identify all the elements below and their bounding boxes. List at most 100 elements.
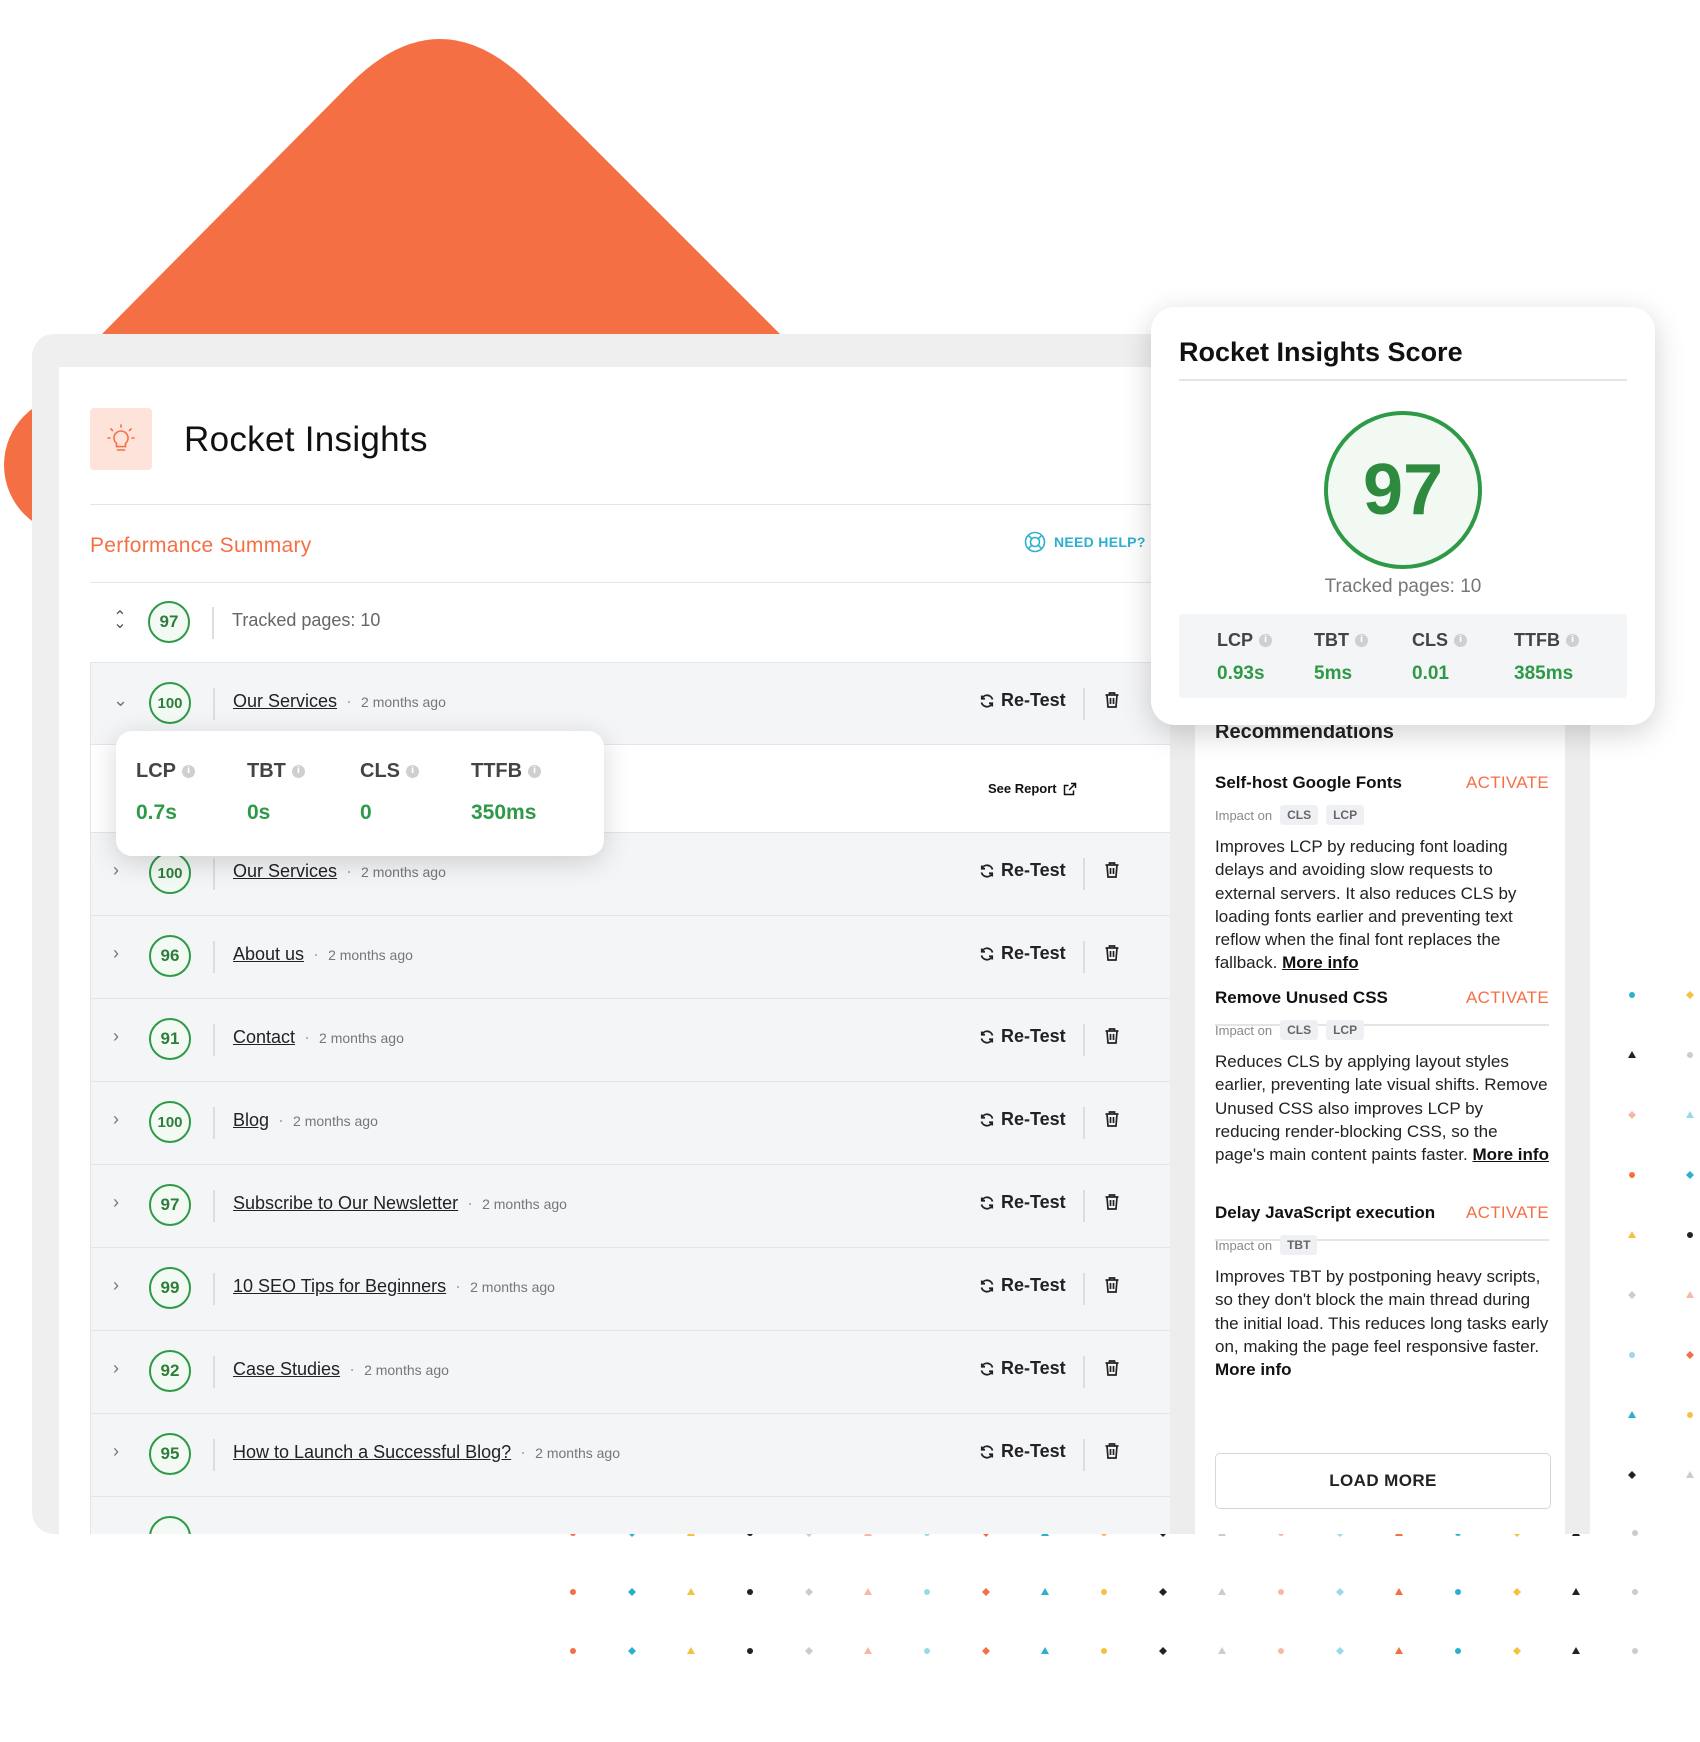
page-score-badge: 97	[149, 1184, 191, 1226]
refresh-icon	[980, 1029, 994, 1044]
decorative-dot	[570, 1648, 576, 1654]
decorative-dot	[1632, 1648, 1638, 1654]
more-info-link[interactable]: More info	[1215, 1360, 1292, 1379]
info-icon[interactable]: i	[182, 765, 195, 778]
page-name-link[interactable]: Blog · 2 months ago	[233, 1110, 378, 1131]
decorative-dot	[1628, 1111, 1636, 1119]
decorative-dot	[1572, 1647, 1580, 1654]
page-row[interactable]: › 96 About us · 2 months ago Re-Test	[90, 916, 1210, 999]
recommendation-name: Delay JavaScript execution	[1215, 1203, 1436, 1222]
metric-value: 0	[360, 801, 372, 824]
impact-tags: Impact on CLS LCP	[1215, 1020, 1549, 1040]
page-row[interactable]	[90, 1497, 1210, 1534]
decorative-dot	[1629, 1172, 1635, 1178]
retest-button[interactable]: Re-Test	[979, 1275, 1066, 1296]
decorative-dot	[864, 1588, 872, 1595]
divider	[213, 1439, 215, 1471]
page-name-link[interactable]: Our Services · 2 months ago	[233, 691, 446, 712]
retest-button[interactable]: Re-Test	[979, 1192, 1066, 1213]
metric-value: 5ms	[1314, 663, 1353, 684]
score-metrics: LCP i 0.93s TBT i 5ms CLS i 0.01 TTFB i 385m…	[1179, 614, 1627, 698]
page-score-badge: 95	[149, 1433, 191, 1475]
retest-button[interactable]: Re-Test	[979, 690, 1066, 711]
info-icon[interactable]: i	[291, 765, 305, 778]
load-more-button[interactable]: LOAD MORE	[1215, 1453, 1551, 1509]
page-name-link[interactable]: Contact · 2 months ago	[233, 1027, 404, 1048]
chevron-right-icon[interactable]: ›	[113, 860, 119, 881]
recommendations-card: Recommendations Self-host Google Fonts A…	[1195, 620, 1565, 1534]
chevron-right-icon[interactable]: ›	[113, 1109, 119, 1130]
chevron-right-icon[interactable]: ›	[113, 1026, 119, 1047]
activate-button[interactable]: ACTIVATE	[1466, 1203, 1549, 1223]
retest-button[interactable]: Re-Test	[979, 860, 1066, 881]
trash-icon[interactable]	[1104, 1193, 1120, 1211]
recommendation-description: Improves TBT by postponing heavy scripts…	[1215, 1267, 1549, 1380]
refresh-icon	[980, 1278, 994, 1293]
page-row[interactable]: › 99 10 SEO Tips for Beginners · 2 months …	[90, 1248, 1210, 1331]
info-icon[interactable]: i	[1259, 634, 1272, 647]
retest-button[interactable]: Re-Test	[979, 1109, 1066, 1130]
retest-button[interactable]: Re-Test	[979, 1026, 1066, 1047]
divider	[1083, 858, 1085, 890]
trash-icon[interactable]	[1104, 1442, 1120, 1460]
trash-icon[interactable]	[1104, 691, 1120, 709]
chevron-right-icon[interactable]: ›	[113, 1192, 119, 1213]
retest-button[interactable]: Re-Test	[979, 1441, 1066, 1462]
page-name-link[interactable]: Our Services · 2 months ago	[233, 861, 446, 882]
trash-icon[interactable]	[1104, 1110, 1120, 1128]
metric-lcp: LCP i 0.93s	[1217, 630, 1272, 685]
score-card-title: Rocket Insights Score	[1179, 337, 1463, 367]
page-row[interactable]: › 91 Contact · 2 months ago Re-Test	[90, 999, 1210, 1082]
info-icon[interactable]: i	[1565, 634, 1579, 647]
page-row[interactable]: › 92 Case Studies · 2 months ago Re-Test	[90, 1331, 1210, 1414]
trash-icon[interactable]	[1104, 1276, 1120, 1294]
impact-chip: CLS	[1280, 805, 1319, 825]
divider	[1083, 1024, 1085, 1056]
page-name-link[interactable]: How to Launch a Successful Blog? · 2 month…	[233, 1442, 620, 1463]
external-link-icon	[1063, 782, 1076, 795]
activate-button[interactable]: ACTIVATE	[1466, 988, 1549, 1008]
page-name-link[interactable]: Subscribe to Our Newsletter · 2 months ago	[233, 1193, 567, 1214]
page-row[interactable]: › 95 How to Launch a Successful Blog? · 2 …	[90, 1414, 1210, 1497]
metric-tbt: TBT i 0s	[247, 760, 305, 825]
page-row[interactable]: › 97 Subscribe to Our Newsletter · 2 month…	[90, 1165, 1210, 1248]
divider	[213, 1190, 215, 1222]
trash-icon[interactable]	[1104, 861, 1120, 879]
page-score-badge: 91	[149, 1018, 191, 1060]
expand-collapse-icon[interactable]: ⌃ ⌄	[110, 607, 130, 647]
divider	[213, 1356, 215, 1388]
lifebuoy-icon	[1024, 531, 1046, 553]
metric-ttfb: TTFB i 385ms	[1514, 630, 1579, 685]
info-icon[interactable]: i	[1355, 634, 1368, 647]
chevron-right-icon[interactable]: ›	[113, 1441, 119, 1462]
page-name-link[interactable]: About us · 2 months ago	[233, 944, 413, 965]
info-icon[interactable]: i	[1454, 634, 1467, 647]
more-info-link[interactable]: More info	[1282, 953, 1359, 972]
page-row[interactable]: › 100 Blog · 2 months ago Re-Test	[90, 1082, 1210, 1165]
trash-icon[interactable]	[1104, 1027, 1120, 1045]
retest-button[interactable]: Re-Test	[979, 943, 1066, 964]
activate-button[interactable]: ACTIVATE	[1466, 773, 1549, 793]
decorative-dot	[982, 1647, 990, 1655]
page-name-link[interactable]: 10 SEO Tips for Beginners · 2 months ago	[233, 1276, 555, 1297]
need-help-link[interactable]: NEED HELP?	[1024, 531, 1146, 553]
chevron-down-icon[interactable]: ⌄	[113, 690, 128, 711]
more-info-link[interactable]: More info	[1472, 1145, 1549, 1164]
refresh-icon	[980, 1444, 994, 1459]
metric-ttfb: TTFB i 350ms	[471, 760, 542, 825]
retest-button[interactable]: Re-Test	[979, 1358, 1066, 1379]
trash-icon[interactable]	[1104, 1359, 1120, 1377]
info-icon[interactable]: i	[528, 765, 542, 778]
see-report-link[interactable]: See Report	[988, 781, 1077, 796]
chevron-right-icon[interactable]: ›	[113, 1358, 119, 1379]
info-icon[interactable]: i	[406, 765, 419, 778]
decorative-dot	[1159, 1647, 1167, 1655]
chevron-right-icon[interactable]: ›	[113, 1275, 119, 1296]
page-tested-time: 2 months ago	[328, 947, 413, 963]
page-score-badge: 96	[149, 935, 191, 977]
trash-icon[interactable]	[1104, 944, 1120, 962]
divider	[213, 1024, 215, 1056]
chevron-right-icon[interactable]: ›	[113, 943, 119, 964]
page-name-link[interactable]: Case Studies · 2 months ago	[233, 1359, 449, 1380]
divider	[1083, 1356, 1085, 1388]
